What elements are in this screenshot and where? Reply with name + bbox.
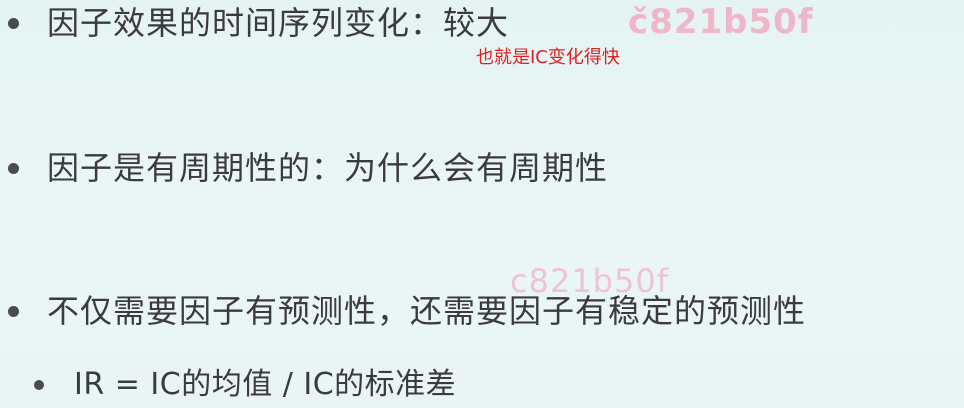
bullet-dot-icon (8, 17, 19, 29)
bullet-text: 因子是有周期性的：为什么会有周期性 (47, 149, 609, 187)
bullet-text: 不仅需要因子有预测性，还需要因子有稳定的预测性 (47, 292, 807, 330)
bullet-item: 因子效果的时间序列变化：较大 (0, 3, 509, 43)
bullet-item: 因子是有周期性的：为什么会有周期性 (0, 148, 608, 188)
red-annotation: 也就是IC变化得快 (476, 47, 620, 68)
slide: 因子效果的时间序列变化：较大 也就是IC变化得快 č821b50f 因子是有周期… (0, 0, 964, 408)
watermark: č821b50f (628, 2, 814, 42)
bullet-item: 不仅需要因子有预测性，还需要因子有稳定的预测性 (0, 291, 806, 331)
bullet-dot-icon (8, 305, 19, 317)
bullet-text: 因子效果的时间序列变化：较大 (47, 4, 510, 42)
sub-bullet-item: IR = IC的均值 / IC的标准差 (0, 365, 456, 405)
bullet-dot-icon (8, 162, 19, 174)
sub-bullet-text: IR = IC的均值 / IC的标准差 (74, 367, 457, 402)
sub-bullet-dot-icon (34, 380, 44, 390)
